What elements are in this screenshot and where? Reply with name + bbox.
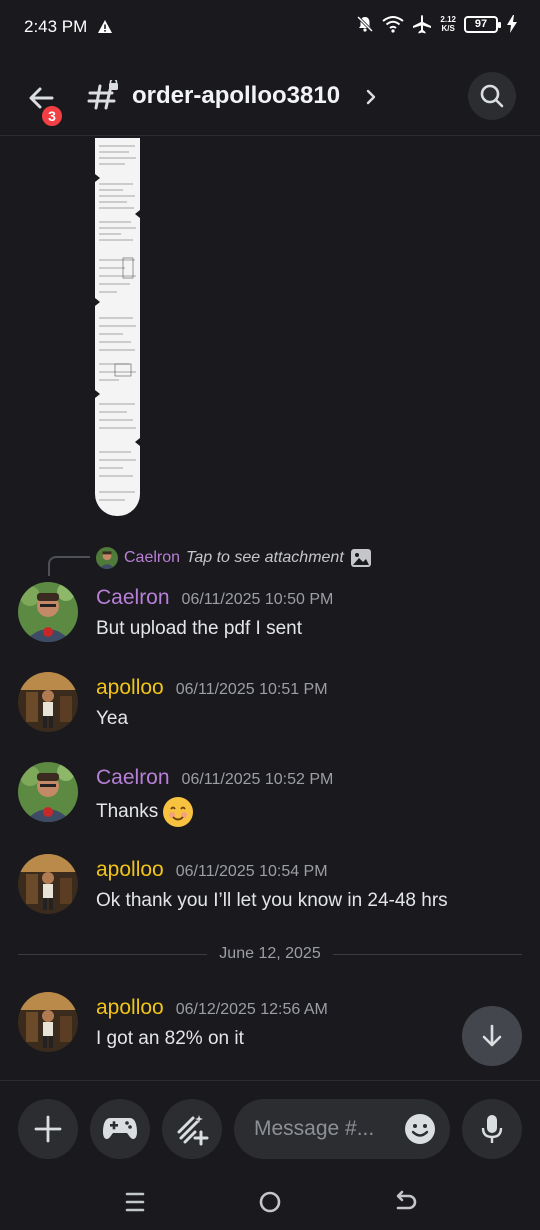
reply-text: Tap to see attachment: [186, 549, 344, 566]
reply-avatar: [96, 547, 118, 569]
gamepad-icon: [103, 1118, 137, 1140]
reply-author: Caelron: [124, 549, 181, 566]
mic-icon: [481, 1115, 503, 1143]
system-nav-bar: [0, 1174, 540, 1230]
message-composer: Message #...: [0, 1080, 540, 1174]
menu-icon[interactable]: [121, 1188, 149, 1216]
message-text: Yea: [96, 708, 129, 729]
home-icon[interactable]: [256, 1188, 284, 1216]
message-text: Thanks: [96, 801, 159, 822]
status-icons: 2.12 K/S 97: [356, 14, 518, 34]
airplane-icon: [413, 15, 432, 34]
voice-message-button[interactable]: [462, 1099, 522, 1159]
battery-level: 97: [474, 18, 488, 30]
activities-button[interactable]: [90, 1099, 150, 1159]
image-icon: [350, 549, 371, 567]
avatar[interactable]: [18, 672, 78, 732]
apps-sparkle-icon: [177, 1115, 209, 1146]
add-attachment-button[interactable]: [18, 1099, 78, 1159]
document-preview-image: [95, 145, 140, 501]
message-input[interactable]: Message #...: [234, 1099, 450, 1159]
message-input-placeholder: Message #...: [254, 1117, 375, 1140]
network-speed-unit: K/S: [441, 24, 455, 33]
avatar[interactable]: [18, 762, 78, 822]
network-speed: 2.12 K/S: [440, 15, 456, 33]
date-divider-label: June 12, 2025: [219, 945, 321, 962]
message-author[interactable]: apolloo: [96, 996, 164, 1020]
message-timestamp: 06/11/2025 10:50 PM: [181, 591, 334, 608]
wifi-icon: [382, 16, 405, 33]
search-icon: [480, 84, 504, 108]
message-text: Ok thank you I’ll let you know in 24-48 …: [96, 890, 448, 911]
message-timestamp: 06/11/2025 10:54 PM: [175, 863, 328, 880]
channel-header: 3 order-apolloo3810: [0, 62, 540, 136]
jump-to-bottom-button[interactable]: [462, 1006, 522, 1066]
arrow-down-icon: [482, 1024, 502, 1047]
message-text: I got an 82% on it: [96, 1028, 244, 1049]
message-author[interactable]: apolloo: [96, 676, 164, 700]
chevron-right-icon[interactable]: [364, 86, 378, 108]
message-body: Thanks: [96, 796, 194, 828]
heart-eyes-emoji-icon: [163, 797, 194, 827]
plus-icon: [34, 1115, 62, 1143]
warning-icon: [98, 20, 113, 33]
reply-preview[interactable]: Caelron Tap to see attachment: [96, 547, 372, 569]
back-nav-icon[interactable]: [391, 1188, 419, 1216]
channel-name[interactable]: order-apolloo3810: [132, 82, 340, 110]
bell-off-icon: [357, 15, 374, 33]
status-time: 2:43 PM: [24, 17, 88, 36]
divider-line: [18, 953, 208, 955]
avatar[interactable]: [18, 992, 78, 1052]
network-speed-value: 2.12: [440, 15, 456, 24]
message-timestamp: 06/11/2025 10:51 PM: [175, 681, 328, 698]
date-divider: June 12, 2025: [18, 942, 523, 966]
search-button[interactable]: [468, 72, 516, 120]
status-bar: 2:43 PM 2.12 K/S 97: [0, 0, 540, 54]
battery-indicator: 97: [464, 15, 501, 33]
image-attachment[interactable]: [95, 138, 140, 516]
message-text: But upload the pdf I sent: [96, 618, 302, 639]
avatar[interactable]: [18, 854, 78, 914]
hashtag-lock-icon: [87, 80, 118, 110]
message-author[interactable]: apolloo: [96, 858, 164, 882]
reply-connector: [48, 556, 90, 576]
avatar[interactable]: [18, 582, 78, 642]
divider-line: [332, 953, 523, 955]
charging-bolt-icon: [507, 15, 517, 33]
message-author[interactable]: Caelron: [96, 766, 170, 790]
apps-button[interactable]: [162, 1099, 222, 1159]
emoji-icon[interactable]: [404, 1113, 436, 1145]
message-author[interactable]: Caelron: [96, 586, 170, 610]
message-timestamp: 06/12/2025 12:56 AM: [175, 1001, 328, 1018]
unread-badge: 3: [40, 104, 64, 128]
message-timestamp: 06/11/2025 10:52 PM: [181, 771, 334, 788]
